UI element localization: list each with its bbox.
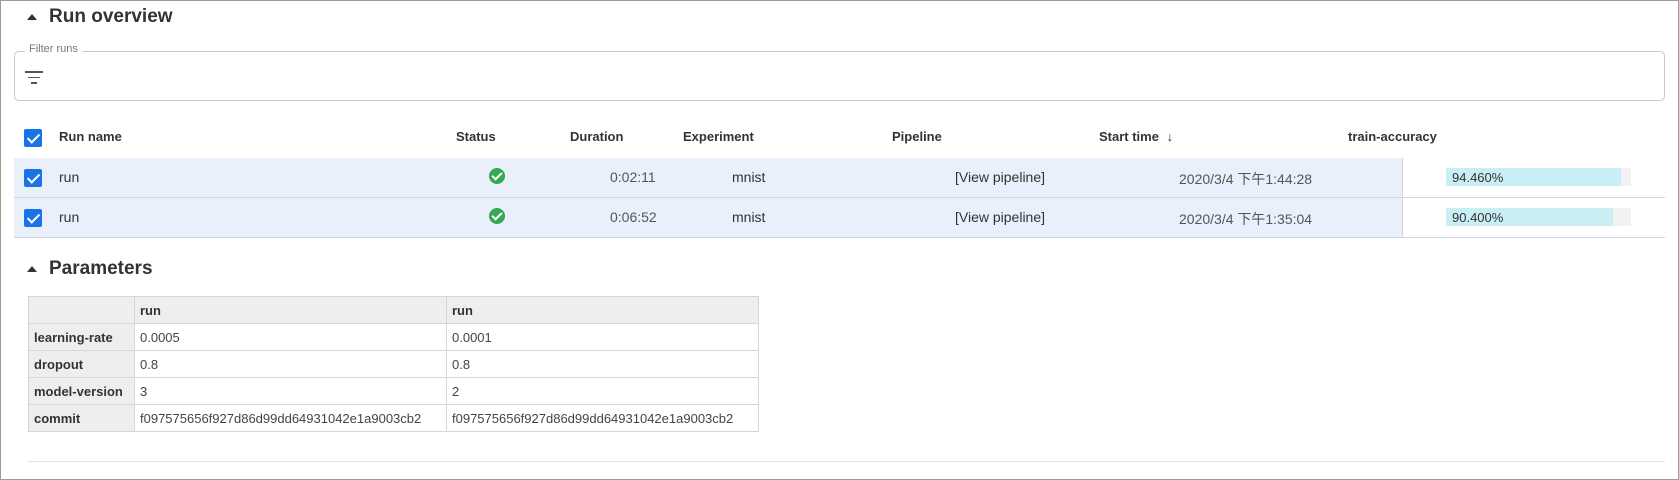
- parameters-table: run run learning-rate 0.0005 0.0001 drop…: [28, 296, 759, 432]
- runs-table-header: Run name Status Duration Experiment Pipe…: [14, 119, 1665, 157]
- parameter-value: 2: [446, 377, 759, 405]
- train-accuracy-bar: 90.400%: [1446, 208, 1631, 226]
- run-overview-title: Run overview: [49, 6, 173, 27]
- run-experiment-link[interactable]: mnist: [732, 169, 765, 185]
- parameter-key: commit: [28, 404, 135, 432]
- check-circle-icon: [489, 168, 505, 184]
- caret-up-icon: [27, 14, 37, 20]
- run-overview-header[interactable]: Run overview: [27, 6, 173, 28]
- arrow-down-icon: ↓: [1166, 129, 1174, 144]
- parameters-column-header: run: [446, 296, 759, 324]
- column-experiment[interactable]: Experiment: [683, 129, 754, 144]
- parameters-header[interactable]: Parameters: [27, 258, 153, 280]
- column-pipeline[interactable]: Pipeline: [892, 129, 942, 144]
- column-train-accuracy[interactable]: train-accuracy: [1348, 129, 1437, 144]
- parameter-value: f097575656f927d86d99dd64931042e1a9003cb2: [446, 404, 759, 432]
- select-all-checkbox[interactable]: [24, 129, 42, 147]
- parameter-row: learning-rate 0.0005 0.0001: [28, 323, 759, 351]
- column-start-time-label: Start time: [1099, 129, 1159, 144]
- column-start-time[interactable]: Start time ↓: [1099, 129, 1173, 144]
- train-accuracy-value: 94.460%: [1452, 170, 1504, 185]
- run-duration: 0:06:52: [610, 209, 657, 225]
- parameter-key: model-version: [28, 377, 135, 405]
- parameter-row: model-version 3 2: [28, 377, 759, 405]
- parameter-value: 0.8: [446, 350, 759, 378]
- section-divider: [28, 461, 1665, 462]
- view-pipeline-link[interactable]: [View pipeline]: [955, 209, 1045, 225]
- run-start-time: 2020/3/4 下午1:44:28: [1179, 171, 1313, 187]
- view-pipeline-link[interactable]: [View pipeline]: [955, 169, 1045, 185]
- filter-runs-field[interactable]: Filter runs: [14, 43, 1665, 101]
- run-name-link[interactable]: run: [59, 209, 79, 225]
- caret-up-icon: [27, 266, 37, 272]
- train-accuracy-value: 90.400%: [1452, 210, 1504, 225]
- run-start-time: 2020/3/4 下午1:35:04: [1179, 211, 1313, 227]
- run-duration: 0:02:11: [610, 169, 656, 185]
- column-status[interactable]: Status: [456, 129, 496, 144]
- parameter-row: commit f097575656f927d86d99dd64931042e1a…: [28, 404, 759, 432]
- filter-runs-label: Filter runs: [25, 43, 82, 55]
- parameter-value: 0.0001: [446, 323, 759, 351]
- column-duration[interactable]: Duration: [570, 129, 623, 144]
- run-row[interactable]: run 0:06:52 mnist [View pipeline] 2020/3…: [14, 198, 1666, 238]
- parameter-key: learning-rate: [28, 323, 135, 351]
- train-accuracy-bar: 94.460%: [1446, 168, 1631, 186]
- run-experiment-link[interactable]: mnist: [732, 209, 765, 225]
- parameter-key: dropout: [28, 350, 135, 378]
- train-accuracy-cell: 90.400%: [1402, 198, 1666, 237]
- parameter-value: f097575656f927d86d99dd64931042e1a9003cb2: [134, 404, 447, 432]
- filter-list-icon: [25, 71, 43, 85]
- parameter-value: 3: [134, 377, 447, 405]
- row-checkbox[interactable]: [24, 209, 42, 227]
- run-name-link[interactable]: run: [59, 169, 79, 185]
- column-run-name[interactable]: Run name: [59, 129, 122, 144]
- parameter-value: 0.0005: [134, 323, 447, 351]
- run-row[interactable]: run 0:02:11 mnist [View pipeline] 2020/3…: [14, 158, 1666, 198]
- parameter-value: 0.8: [134, 350, 447, 378]
- check-circle-icon: [489, 208, 505, 224]
- train-accuracy-cell: 94.460%: [1402, 158, 1666, 197]
- parameters-column-header: run: [134, 296, 447, 324]
- parameters-header-row: run run: [28, 296, 759, 324]
- parameters-corner-cell: [28, 296, 135, 324]
- parameters-title: Parameters: [49, 258, 153, 279]
- parameter-row: dropout 0.8 0.8: [28, 350, 759, 378]
- row-checkbox[interactable]: [24, 169, 42, 187]
